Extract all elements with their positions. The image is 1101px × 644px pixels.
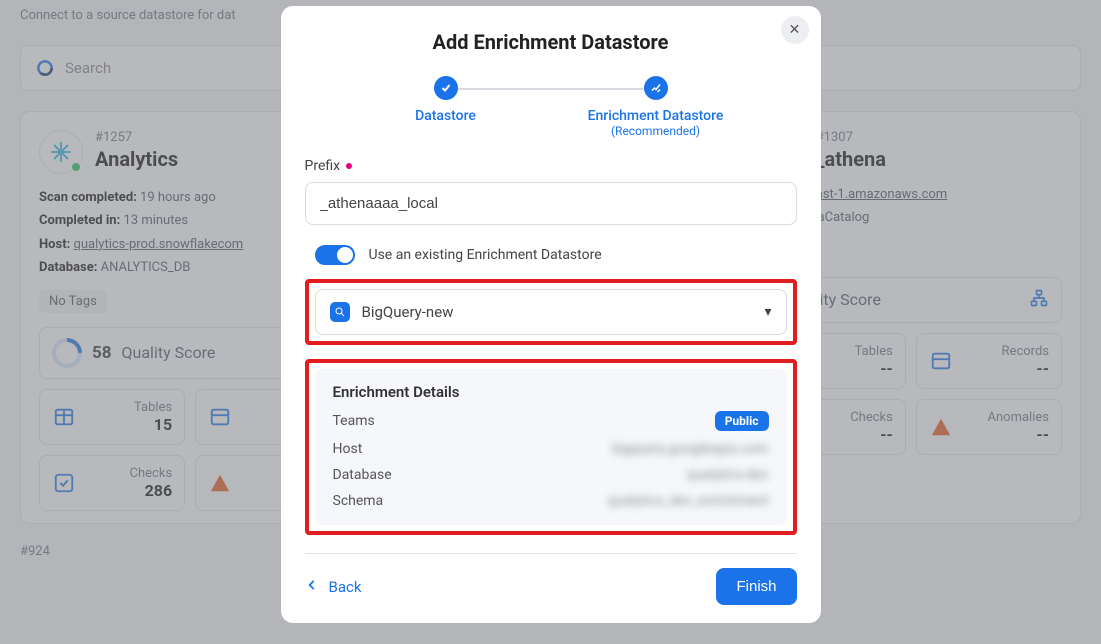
back-button[interactable]: Back: [305, 578, 362, 596]
add-enrichment-modal: ✕ Add Enrichment Datastore Datastore Enr…: [281, 6, 821, 623]
use-existing-toggle[interactable]: [315, 245, 355, 265]
step-complete-icon: [434, 76, 458, 100]
enrichment-datastore-select[interactable]: BigQuery-new ▾: [315, 289, 787, 335]
select-value: BigQuery-new: [362, 303, 753, 321]
details-schema-value: qualytics_dev_enrichment: [608, 493, 769, 509]
step-label[interactable]: Enrichment Datastore: [551, 108, 761, 124]
modal-title: Add Enrichment Datastore: [281, 30, 821, 54]
step-current-icon: [644, 76, 668, 100]
details-database-value: qualytics-dev: [687, 467, 769, 483]
prefix-input[interactable]: [305, 182, 797, 225]
details-title: Enrichment Details: [333, 383, 769, 401]
step-label[interactable]: Datastore: [341, 108, 551, 124]
prefix-label: Prefix: [305, 158, 797, 174]
close-button[interactable]: ✕: [781, 16, 809, 44]
close-icon: ✕: [789, 22, 801, 38]
bigquery-icon: [330, 302, 350, 322]
finish-button[interactable]: Finish: [716, 568, 796, 605]
toggle-label: Use an existing Enrichment Datastore: [369, 247, 602, 263]
public-badge: Public: [715, 411, 769, 431]
enrichment-details-panel: Enrichment Details Teams Public Host big…: [315, 369, 787, 525]
chevron-left-icon: [305, 578, 319, 596]
chevron-down-icon: ▾: [764, 304, 771, 320]
highlight-select-section: BigQuery-new ▾: [305, 279, 797, 345]
details-host-value: bigquery.googleapis.com: [612, 441, 769, 457]
stepper: Datastore Enrichment Datastore (Recommen…: [281, 76, 821, 138]
modal-overlay: ✕ Add Enrichment Datastore Datastore Enr…: [0, 0, 1101, 644]
required-dot-icon: [346, 163, 352, 169]
highlight-details-section: Enrichment Details Teams Public Host big…: [305, 359, 797, 535]
step-sublabel: (Recommended): [551, 124, 761, 138]
